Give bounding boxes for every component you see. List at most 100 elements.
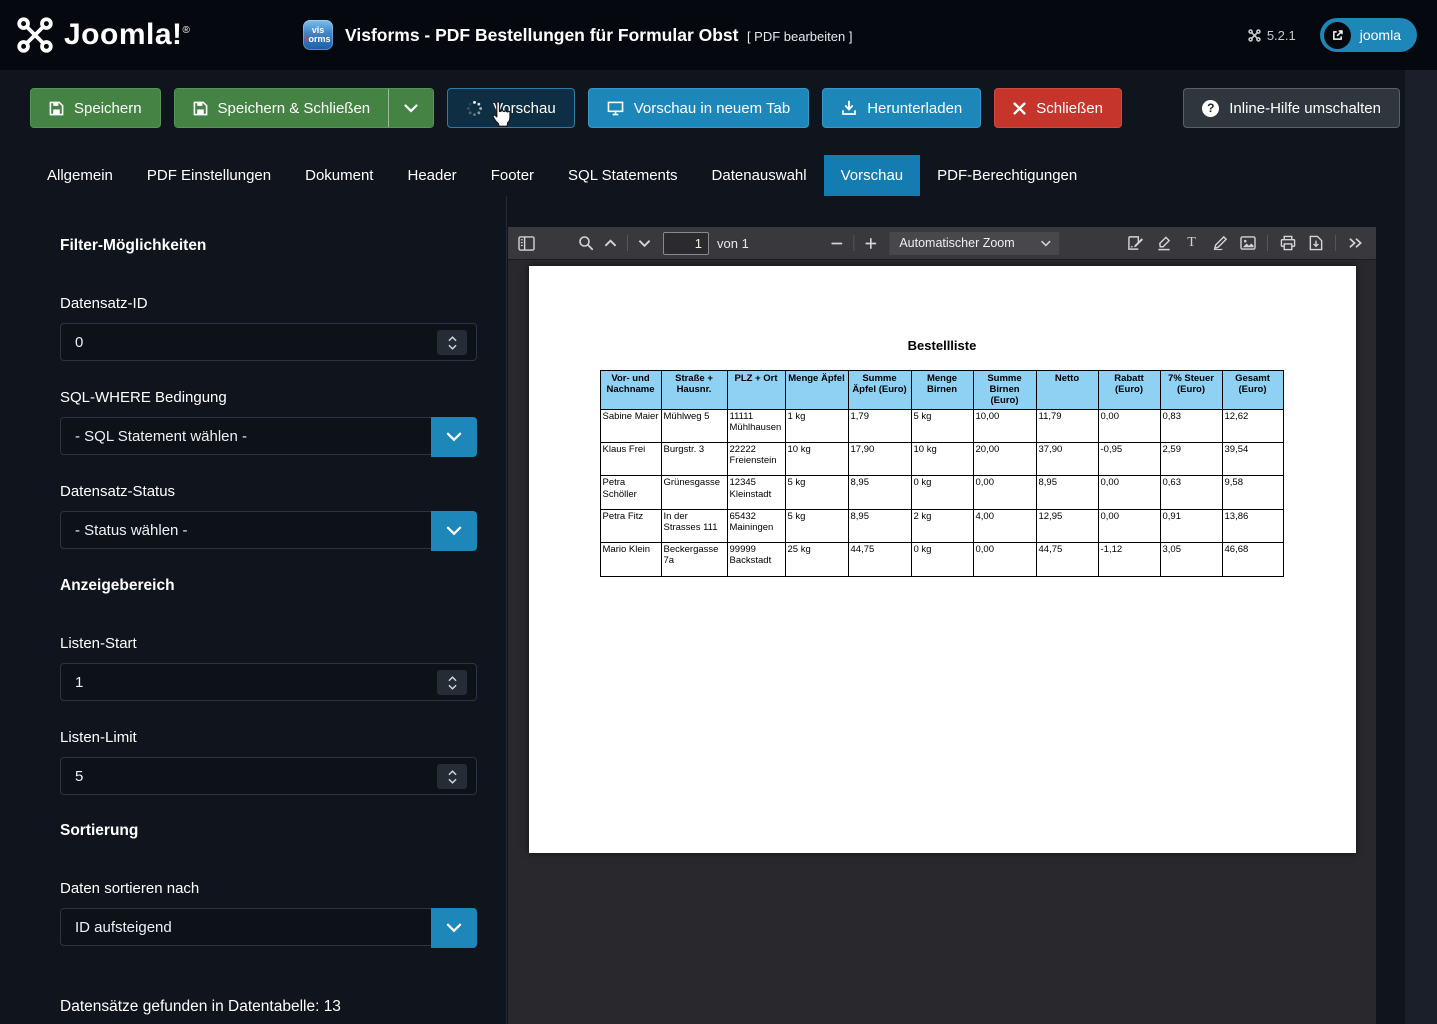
list-start-stepper[interactable]: [437, 670, 467, 695]
sidebar-toggle-icon[interactable]: [514, 231, 539, 255]
tab-allgemein[interactable]: Allgemein: [30, 155, 130, 196]
table-cell: 44,75: [847, 542, 912, 577]
table-cell: Beckergasse 7a: [660, 542, 728, 577]
freetext-icon[interactable]: T: [1179, 231, 1204, 255]
pdf-document-title: Bestellliste: [907, 338, 977, 353]
record-status-select[interactable]: - Status wählen -: [60, 511, 477, 551]
action-toolbar: Speichern Speichern & Schließen Vorschau…: [0, 70, 1437, 146]
double-chevron-icon[interactable]: [1343, 231, 1368, 255]
save-pdf-icon[interactable]: [1303, 231, 1328, 255]
visforms-app-icon: vis forms: [303, 20, 333, 50]
save-icon: [193, 101, 208, 116]
save-button[interactable]: Speichern: [30, 88, 161, 128]
table-cell: 10 kg: [784, 442, 849, 477]
sort-by-select-button[interactable]: [431, 908, 477, 948]
tab-footer[interactable]: Footer: [474, 155, 551, 196]
inline-help-toggle-button[interactable]: ? Inline-Hilfe umschalten: [1183, 88, 1400, 128]
version-indicator: 5.2.1: [1248, 28, 1296, 43]
pdf-viewer-toolbar: von 1 Automatischer Zoom: [508, 227, 1376, 259]
download-button[interactable]: Herunterladen: [822, 88, 982, 128]
list-limit-field: [60, 757, 477, 795]
table-cell: 17,90: [847, 442, 912, 477]
next-page-button[interactable]: [632, 231, 657, 255]
search-icon[interactable]: [573, 231, 598, 255]
page-scrollbar[interactable]: [1405, 70, 1437, 1024]
record-id-input[interactable]: [61, 324, 476, 360]
zoom-level-select[interactable]: Automatischer Zoom: [889, 231, 1060, 255]
table-cell: Petra Schöller: [599, 475, 662, 510]
sort-by-label: Daten sortieren nach: [60, 880, 200, 897]
pdf-viewer: von 1 Automatischer Zoom: [508, 227, 1376, 1024]
table-cell: In der Strasses 111: [660, 508, 728, 544]
table-row: Petra Schöller Grünesgasse 12345 Kleinstad…: [599, 475, 1284, 510]
list-limit-input[interactable]: [61, 758, 476, 794]
image-icon[interactable]: [1235, 231, 1260, 255]
pdf-table-head: Vor- und Nachname Straße + Hausnr. PLZ + O…: [599, 370, 1284, 410]
table-cell: Sabine Maier: [599, 408, 662, 444]
tab-pdf-berechtigungen[interactable]: PDF-Berechtigungen: [920, 155, 1094, 196]
page-number-input[interactable]: [663, 231, 709, 255]
table-header-cell: Summe Äpfel (Euro): [847, 370, 912, 410]
user-menu-button[interactable]: joomla: [1319, 18, 1417, 52]
highlighter-icon[interactable]: [1151, 231, 1176, 255]
joomla-version-icon: [1248, 28, 1261, 42]
tab-pdf-einstellungen[interactable]: PDF Einstellungen: [130, 155, 288, 196]
zoom-level-value: Automatischer Zoom: [899, 236, 1015, 250]
tab-sql-statements[interactable]: SQL Statements: [551, 155, 695, 196]
table-header-cell: Gesamt (Euro): [1221, 370, 1284, 410]
tab-datenauswahl[interactable]: Datenauswahl: [695, 155, 824, 196]
joomla-logo-icon: [16, 16, 54, 54]
close-button[interactable]: Schließen: [994, 88, 1122, 128]
table-cell: 0,00: [1097, 508, 1161, 544]
table-row: Klaus Frei Burgstr. 3 22222 Freienstein 10 …: [599, 442, 1284, 477]
table-cell: 0,00: [972, 542, 1037, 577]
sql-where-select-button[interactable]: [431, 417, 477, 457]
list-limit-stepper[interactable]: [437, 764, 467, 789]
list-start-input[interactable]: [61, 664, 476, 700]
version-text: 5.2.1: [1266, 27, 1296, 43]
table-cell: -1,12: [1097, 542, 1161, 577]
filter-section-heading: Filter-Möglichkeiten: [60, 237, 207, 254]
preview-button[interactable]: Vorschau: [447, 88, 575, 128]
table-header-cell: Straße + Hausnr.: [660, 370, 728, 410]
record-id-stepper[interactable]: [437, 330, 467, 355]
app-header: Joomla!® vis forms Visforms - PDF Bestel…: [0, 0, 1437, 70]
sql-where-select[interactable]: - SQL Statement wählen -: [60, 417, 477, 457]
table-cell: 0,00: [972, 475, 1037, 510]
record-status-select-button[interactable]: [431, 511, 477, 551]
print-icon[interactable]: [1275, 231, 1300, 255]
preview-new-tab-button[interactable]: Vorschau in neuem Tab: [587, 88, 810, 128]
table-cell: 0,00: [1097, 475, 1161, 510]
table-cell: 2,59: [1159, 442, 1223, 477]
previous-page-button[interactable]: [598, 231, 623, 255]
table-cell: 46,68: [1221, 542, 1284, 577]
zoom-in-icon[interactable]: [858, 231, 883, 255]
tab-vorschau[interactable]: Vorschau: [823, 155, 921, 196]
table-cell: Klaus Frei: [599, 442, 662, 477]
preview-filter-sidebar: Filter-Möglichkeiten Datensatz-ID SQL-WH…: [0, 196, 507, 1024]
save-options-dropdown-toggle[interactable]: [388, 89, 434, 127]
table-cell: 1 kg: [784, 408, 849, 444]
page-title-block: vis forms Visforms - PDF Bestellungen fü…: [303, 0, 852, 70]
sql-where-label: SQL-WHERE Bedingung: [60, 389, 227, 406]
table-row: Sabine Maier Mühlweg 5 11111 Mühlhausen 1 k…: [599, 408, 1284, 444]
table-cell: 0,00: [1097, 408, 1161, 444]
tab-header[interactable]: Header: [390, 155, 473, 196]
zoom-out-icon[interactable]: [824, 231, 849, 255]
table-header-cell: Rabatt (Euro): [1097, 370, 1161, 410]
table-header-cell: Summe Birnen (Euro): [972, 370, 1037, 410]
external-link-icon: [1323, 21, 1351, 49]
display-section-heading: Anzeigebereich: [60, 577, 175, 594]
signature-icon[interactable]: [1123, 231, 1148, 255]
table-cell: 39,54: [1221, 442, 1284, 477]
ink-pen-icon[interactable]: [1207, 231, 1232, 255]
table-header-cell: Menge Äpfel: [784, 370, 849, 410]
sort-by-select[interactable]: ID aufsteigend: [60, 908, 477, 948]
table-cell: 5 kg: [784, 475, 849, 510]
spinner-icon: [466, 100, 483, 117]
save-close-button[interactable]: Speichern & Schließen: [174, 89, 389, 127]
tab-dokument[interactable]: Dokument: [288, 155, 390, 196]
table-header-cell: Menge Birnen: [910, 370, 974, 410]
table-header-cell: 7% Steuer (Euro): [1159, 370, 1223, 410]
table-row: Petra Fitz In der Strasses 111 65432 Maini…: [599, 508, 1284, 544]
